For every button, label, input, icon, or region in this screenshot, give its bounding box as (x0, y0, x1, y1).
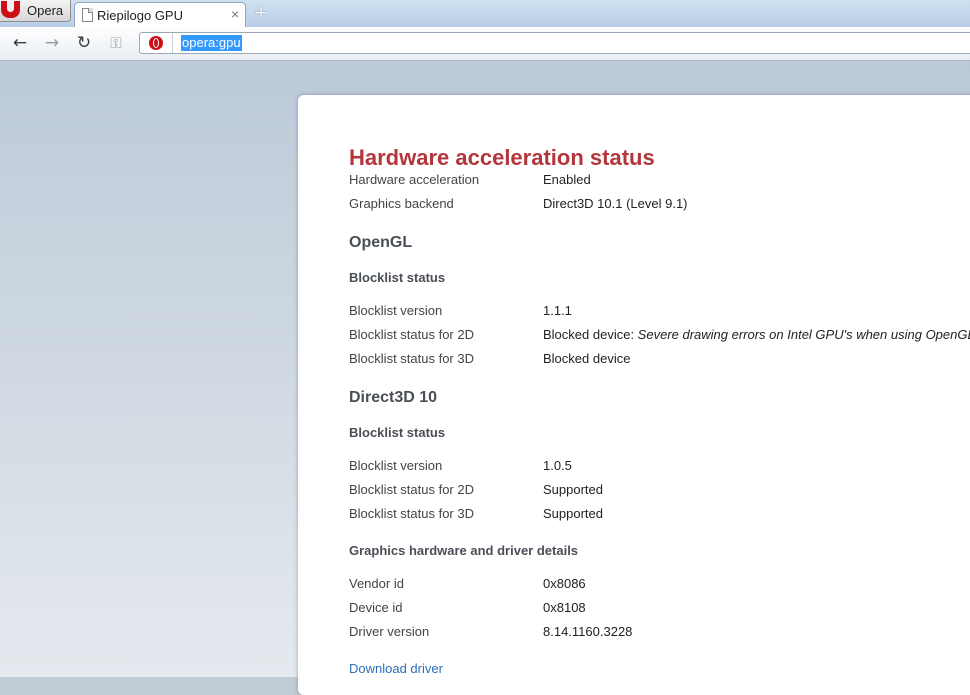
row-label: Blocklist status for 2D (349, 327, 474, 342)
key-icon: ⚿ (110, 34, 122, 52)
tab-title: Riepilogo GPU (97, 8, 183, 23)
section-heading-opengl: OpenGL (349, 234, 413, 251)
new-tab-button[interactable]: + (252, 4, 270, 22)
opera-logo-icon (1, 1, 20, 18)
section-heading-direct3d: Direct3D 10 (349, 389, 438, 406)
row-label: Blocklist version (349, 303, 443, 318)
address-bar[interactable]: opera:gpu (139, 32, 970, 54)
back-button[interactable]: ← (10, 34, 30, 52)
row-label: Device id (349, 600, 403, 615)
download-driver-link[interactable]: Download driver (349, 661, 443, 676)
row-value: Blocked device: Severe drawing errors on… (543, 327, 970, 342)
row-value-note: Severe drawing errors on Intel GPU's whe… (637, 327, 970, 342)
address-input[interactable]: opera:gpu (181, 35, 242, 51)
row-label: Hardware acceleration (349, 172, 480, 187)
row-value: Supported (543, 482, 603, 497)
opera-menu-button[interactable]: Opera (0, 0, 71, 22)
row-value: 8.14.1160.3228 (543, 624, 633, 639)
tab-bar: Opera Riepilogo GPU × + (0, 0, 970, 27)
row-value: Blocked device (543, 351, 631, 366)
row-value: 1.1.1 (543, 303, 572, 318)
close-icon[interactable]: × (231, 6, 239, 22)
opera-menu-label: Opera (27, 3, 64, 18)
opera-logo-icon (149, 36, 163, 50)
row-label: Graphics backend (349, 196, 454, 211)
row-value: Supported (543, 506, 603, 521)
row-label: Blocklist status for 3D (349, 351, 474, 366)
row-value-status: Blocked device: (543, 327, 638, 342)
row-value: Direct3D 10.1 (Level 9.1) (543, 196, 688, 211)
row-label: Blocklist version (349, 458, 443, 473)
navigation-bar: ← → ↻ ⚿ opera:gpu (0, 27, 970, 61)
row-value: Enabled (543, 172, 591, 187)
row-value: 0x8108 (543, 600, 586, 615)
wand-button[interactable]: ⚿ (104, 34, 128, 52)
reload-icon: ↻ (76, 33, 92, 53)
reload-button[interactable]: ↻ (74, 34, 94, 52)
page-icon (82, 8, 93, 22)
subheading-blocklist-status: Blocklist status (349, 425, 446, 440)
row-label: Vendor id (349, 576, 404, 591)
arrow-left-icon: ← (12, 33, 28, 53)
tab-riepilogo-gpu[interactable]: Riepilogo GPU × (74, 2, 246, 27)
row-label: Driver version (349, 624, 430, 639)
row-label: Blocklist status for 3D (349, 506, 474, 521)
row-value: 0x8086 (543, 576, 586, 591)
forward-button[interactable]: → (42, 34, 62, 52)
row-value: 1.0.5 (543, 458, 572, 473)
subheading-hardware-details: Graphics hardware and driver details (349, 543, 579, 558)
arrow-right-icon: → (44, 33, 60, 53)
row-label: Blocklist status for 2D (349, 482, 474, 497)
subheading-blocklist-status: Blocklist status (349, 270, 446, 285)
site-badge[interactable] (140, 33, 173, 53)
page-title: Hardware acceleration status (349, 145, 655, 170)
